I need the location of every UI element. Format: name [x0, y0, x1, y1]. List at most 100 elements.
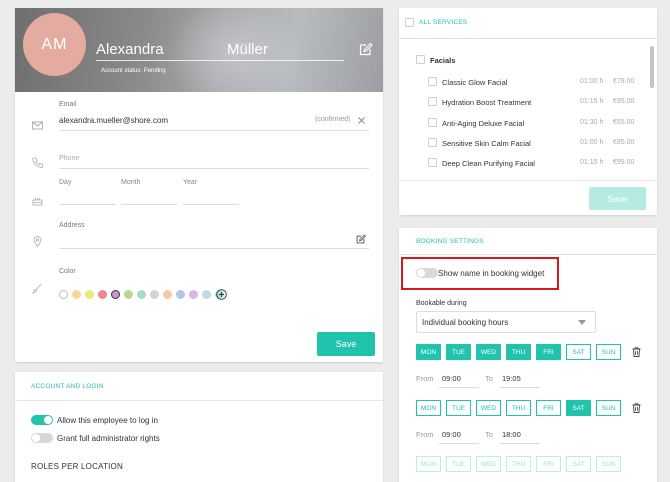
day-toggle-sat[interactable]: SAT [566, 400, 591, 416]
day-toggle-tue[interactable]: TUE [446, 456, 471, 472]
day-toggle-fri[interactable]: FRI [536, 400, 561, 416]
all-services-label: ALL SERVICES [419, 19, 468, 26]
booking-section-title: BOOKING SETTINGS [416, 238, 484, 245]
avatar-initials: AM [41, 35, 68, 53]
booking-settings-card: BOOKING SETTINGS Show name in booking wi… [399, 228, 657, 482]
color-label: Color [59, 268, 76, 275]
day-toggle-wed[interactable]: WED [476, 456, 501, 472]
day-field[interactable]: Day [59, 179, 71, 186]
avatar[interactable]: AM [23, 13, 86, 76]
add-color-icon[interactable] [216, 289, 227, 300]
color-swatch[interactable] [137, 290, 146, 299]
day-toggle-tue[interactable]: TUE [446, 344, 471, 360]
service-price: €65.00 [613, 118, 635, 126]
day-toggle-sun[interactable]: SUN [596, 400, 621, 416]
service-checkbox[interactable] [428, 77, 437, 86]
service-duration: 01:30 h [580, 118, 604, 126]
admin-rights-toggle[interactable] [31, 433, 53, 443]
day-toggle-fri[interactable]: FRI [536, 456, 561, 472]
color-swatch[interactable] [85, 290, 94, 299]
last-name-field[interactable]: Müller [227, 41, 268, 58]
day-toggle-thu[interactable]: THU [506, 400, 531, 416]
to-time-field[interactable]: 19:05 [502, 374, 521, 383]
service-price: €79.00 [613, 78, 635, 85]
services-card: ALL SERVICES Facials Classic Glow Facial… [399, 8, 657, 215]
edit-address-icon[interactable] [356, 234, 366, 244]
day-toggle-tue[interactable]: TUE [446, 400, 471, 416]
services-save-button[interactable]: Save [589, 187, 646, 210]
mail-icon [32, 121, 43, 130]
day-toggle-thu[interactable]: THU [506, 344, 531, 360]
month-field[interactable]: Month [121, 179, 140, 186]
divider [399, 254, 657, 255]
service-checkbox[interactable] [428, 117, 437, 127]
from-underline [439, 443, 479, 444]
email-field[interactable]: alexandra.mueller@shore.com [59, 116, 168, 125]
show-name-toggle[interactable] [416, 268, 438, 278]
day-toggle-sat[interactable]: SAT [566, 456, 591, 472]
phone-icon [32, 157, 43, 168]
color-swatch[interactable] [202, 290, 211, 299]
day-underline [59, 204, 115, 205]
from-time-field[interactable]: 09:00 [442, 374, 461, 383]
color-swatch[interactable] [59, 290, 68, 299]
color-swatch[interactable] [150, 290, 159, 299]
to-underline [499, 443, 539, 444]
color-swatch[interactable] [72, 290, 81, 299]
color-swatch[interactable] [163, 290, 172, 299]
service-name: Anti-Aging Deluxe Facial [442, 118, 525, 128]
edit-icon[interactable] [359, 42, 373, 56]
allow-login-toggle[interactable] [31, 415, 53, 425]
year-underline [183, 204, 239, 205]
service-checkbox[interactable] [428, 97, 437, 107]
day-toggle-thu[interactable]: THU [506, 456, 531, 472]
account-section-title: ACCOUNT AND LOGIN [31, 383, 104, 390]
day-toggle-mon[interactable]: MON [416, 344, 441, 360]
service-name: Sensitive Skin Calm Facial [442, 138, 531, 148]
day-toggle-fri[interactable]: FRI [536, 344, 561, 360]
day-toggle-sat[interactable]: SAT [566, 344, 591, 360]
roles-title: ROLES PER LOCATION [31, 462, 123, 471]
service-checkbox[interactable] [428, 158, 437, 168]
trash-icon[interactable] [632, 347, 641, 357]
email-status: (confirmed) [315, 116, 351, 123]
year-field[interactable]: Year [183, 179, 197, 186]
service-duration: 01:00 h [580, 138, 604, 146]
phone-field[interactable]: Phone [59, 155, 79, 162]
from-time-field[interactable]: 09:00 [442, 430, 461, 439]
day-toggle-wed[interactable]: WED [476, 344, 501, 360]
all-services-checkbox[interactable] [405, 18, 414, 27]
clear-email-icon[interactable] [358, 117, 365, 124]
address-underline [59, 248, 369, 249]
color-swatch[interactable] [189, 290, 198, 299]
address-label: Address [59, 222, 85, 229]
to-time-field[interactable]: 18:00 [502, 430, 521, 439]
to-underline [499, 387, 539, 388]
brush-icon [32, 283, 42, 294]
service-name: Classic Glow Facial [442, 78, 508, 87]
profile-save-button[interactable]: Save [317, 332, 375, 356]
day-toggle-sun[interactable]: SUN [596, 456, 621, 472]
color-swatch[interactable] [124, 290, 133, 299]
name-underline [96, 60, 344, 61]
first-name-field[interactable]: Alexandra [96, 41, 164, 58]
service-checkbox[interactable] [428, 137, 437, 147]
day-toggle-mon[interactable]: MON [416, 456, 441, 472]
scrollbar[interactable] [650, 46, 654, 88]
account-card: ACCOUNT AND LOGIN Allow this employee to… [15, 372, 383, 482]
account-status: Account status: Pending [101, 68, 166, 74]
service-price: €85.00 [613, 138, 635, 146]
month-underline [121, 204, 177, 205]
color-swatch[interactable] [176, 290, 185, 299]
bookable-during-select[interactable]: Individual booking hours [416, 311, 596, 333]
service-price: €95.00 [613, 98, 635, 106]
day-toggle-mon[interactable]: MON [416, 400, 441, 416]
category-checkbox[interactable] [416, 55, 425, 64]
day-toggle-wed[interactable]: WED [476, 400, 501, 416]
color-swatch[interactable] [98, 290, 107, 299]
color-swatch[interactable] [111, 290, 120, 299]
trash-icon[interactable] [632, 403, 641, 413]
bookable-during-label: Bookable during [416, 300, 467, 307]
divider [399, 180, 657, 181]
day-toggle-sun[interactable]: SUN [596, 344, 621, 360]
